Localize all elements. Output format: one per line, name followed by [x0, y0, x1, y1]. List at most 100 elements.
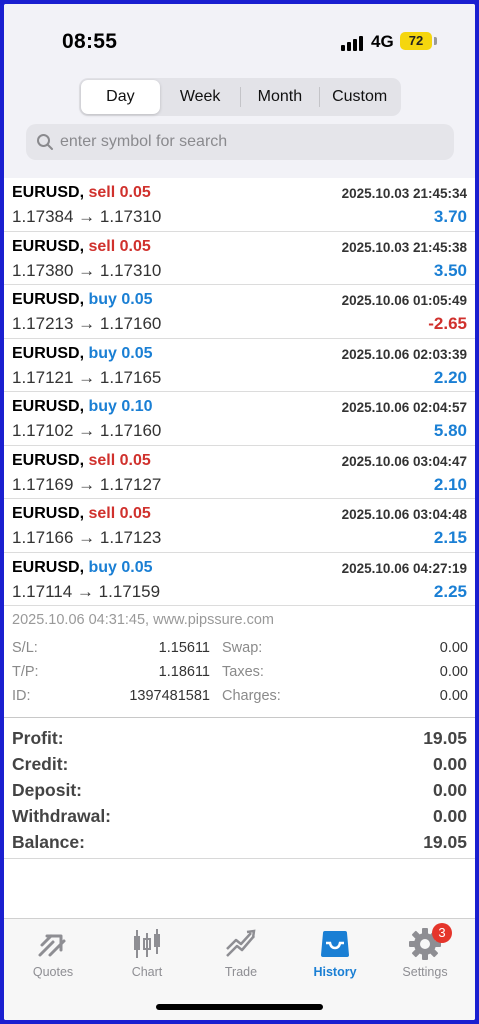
tab-settings[interactable]: 3 Settings — [378, 923, 472, 983]
deal-profit: 3.50 — [433, 260, 467, 280]
quotes-icon — [38, 934, 66, 957]
status-bar: 08:55 4G 72 — [4, 4, 475, 74]
deal-row[interactable]: EURUSD, buy 0.05 2025.10.06 01:05:49 1.172… — [4, 285, 475, 339]
deal-profit: 2.20 — [433, 367, 467, 387]
credit-value: 0.00 — [432, 754, 467, 774]
segment-custom[interactable]: Custom — [320, 80, 399, 114]
deal-row[interactable]: EURUSD, buy 0.05 2025.10.06 04:27:19 1.171… — [4, 553, 475, 606]
tab-trade[interactable]: Trade — [194, 927, 288, 983]
id-label: ID: — [12, 688, 31, 704]
history-header: Day Week Month Custom — [4, 74, 475, 178]
summary-row-deposit: Deposit: 0.00 — [4, 778, 475, 804]
deal-row[interactable]: EURUSD, buy 0.05 2025.10.06 02:03:39 1.171… — [4, 339, 475, 392]
candlestick-icon — [134, 929, 160, 958]
deals-list: EURUSD, sell 0.05 2025.10.03 21:45:34 1.17… — [4, 178, 475, 606]
settings-badge: 3 — [432, 923, 452, 943]
symbol-text: EURUSD, — [12, 505, 85, 522]
search-input[interactable] — [58, 124, 438, 160]
deal-side: buy 0.05 — [88, 291, 153, 308]
details-line-id: ID: 1397481581 Charges: 0.00 — [12, 688, 468, 708]
segment-week[interactable]: Week — [161, 80, 240, 114]
deal-profit: 2.15 — [433, 528, 467, 547]
clock: 08:55 — [62, 30, 118, 53]
trade-icon — [226, 929, 256, 957]
symbol-text: EURUSD, — [12, 184, 85, 201]
deal-prices: 1.17166 → 1.17123 — [12, 528, 162, 547]
period-segmented-control: Day Week Month Custom — [79, 78, 401, 116]
symbol-text: EURUSD, — [12, 291, 85, 308]
home-indicator — [156, 1004, 323, 1010]
deal-symbol: EURUSD, sell 0.05 — [12, 238, 151, 256]
balance-label: Balance: — [12, 832, 85, 852]
deal-symbol: EURUSD, sell 0.05 — [12, 452, 151, 470]
summary-row-withdrawal: Withdrawal: 0.00 — [4, 804, 475, 830]
summary-divider — [4, 858, 475, 859]
deal-datetime: 2025.10.03 21:45:38 — [341, 239, 467, 255]
profit-value: 19.05 — [423, 728, 467, 748]
deal-prices: 1.17213 → 1.17160 — [12, 314, 162, 333]
deal-profit: 2.25 — [433, 581, 467, 601]
deal-symbol: EURUSD, buy 0.05 — [12, 291, 153, 309]
tab-history[interactable]: History — [288, 927, 382, 983]
inbox-icon — [321, 931, 349, 957]
deal-row[interactable]: EURUSD, buy 0.10 2025.10.06 02:04:57 1.171… — [4, 392, 475, 446]
deal-row[interactable]: EURUSD, sell 0.05 2025.10.06 03:04:47 1.17… — [4, 446, 475, 499]
deal-datetime: 2025.10.06 04:27:19 — [341, 560, 467, 576]
swap-value: 0.00 — [439, 640, 468, 656]
summary-row-credit: Credit: 0.00 — [4, 752, 475, 778]
deal-details: 2025.10.06 04:31:45, www.pipssure.com S/… — [4, 606, 475, 718]
tab-chart-label: Chart — [131, 965, 163, 979]
battery-tip — [434, 37, 437, 45]
deal-symbol: EURUSD, sell 0.05 — [12, 184, 151, 202]
credit-label: Credit: — [12, 754, 69, 774]
symbol-text: EURUSD, — [12, 558, 85, 576]
search-icon — [37, 134, 53, 150]
segment-day[interactable]: Day — [81, 80, 160, 114]
tab-chart[interactable]: Chart — [100, 927, 194, 983]
segment-month[interactable]: Month — [241, 80, 320, 114]
sl-value: 1.15611 — [158, 640, 210, 656]
deal-prices: 1.17121 → 1.17165 — [12, 367, 162, 387]
deal-profit: 3.70 — [433, 207, 467, 226]
tp-value: 1.18611 — [158, 664, 210, 680]
deal-row[interactable]: EURUSD, sell 0.05 2025.10.03 21:45:34 1.17… — [4, 178, 475, 232]
search-bar[interactable] — [26, 124, 454, 160]
deal-datetime: 2025.10.06 03:04:47 — [341, 453, 467, 469]
taxes-label: Taxes: — [222, 664, 264, 680]
deal-symbol: EURUSD, sell 0.05 — [12, 505, 151, 523]
account-summary: Profit: 19.05 Credit: 0.00 Deposit: 0.00… — [4, 726, 475, 856]
deal-prices: 1.17169 → 1.17127 — [12, 474, 162, 494]
app-screen: 08:55 4G 72 Day Week Month Custom enter … — [4, 4, 475, 1020]
withdrawal-value: 0.00 — [432, 806, 467, 826]
deal-side: sell 0.05 — [88, 451, 151, 469]
deal-datetime: 2025.10.06 03:04:48 — [341, 507, 467, 522]
id-value: 1397481581 — [129, 688, 210, 704]
charges-value: 0.00 — [439, 688, 468, 704]
swap-label: Swap: — [222, 640, 263, 656]
details-line-tp: T/P: 1.18611 Taxes: 0.00 — [12, 664, 468, 684]
symbol-text: EURUSD, — [12, 398, 85, 415]
deal-row[interactable]: EURUSD, sell 0.05 2025.10.06 03:04:48 1.17… — [4, 499, 475, 553]
deal-symbol: EURUSD, buy 0.05 — [12, 559, 153, 577]
tab-settings-label: Settings — [402, 965, 448, 979]
deal-datetime: 2025.10.06 01:05:49 — [341, 293, 467, 308]
summary-row-balance: Balance: 19.05 — [4, 830, 475, 856]
symbol-text: EURUSD, — [12, 451, 85, 469]
battery-icon: 72 — [400, 32, 432, 50]
deal-profit: 5.80 — [433, 421, 467, 440]
profit-label: Profit: — [12, 728, 64, 748]
deal-symbol: EURUSD, buy 0.05 — [12, 345, 153, 363]
details-header: 2025.10.06 04:31:45, www.pipssure.com — [12, 612, 274, 628]
deal-datetime: 2025.10.06 02:03:39 — [341, 346, 467, 362]
network-type: 4G — [371, 32, 394, 51]
tab-quotes[interactable]: Quotes — [6, 927, 100, 983]
cellular-signal-icon — [341, 35, 365, 51]
deal-row[interactable]: EURUSD, sell 0.05 2025.10.03 21:45:38 1.17… — [4, 232, 475, 285]
sl-label: S/L: — [12, 640, 38, 656]
deal-prices: 1.17380 → 1.17310 — [12, 260, 162, 280]
deal-prices: 1.17114 → 1.17159 — [12, 581, 161, 601]
balance-value: 19.05 — [423, 832, 467, 852]
deal-side: sell 0.05 — [88, 184, 151, 201]
deal-symbol: EURUSD, buy 0.10 — [12, 398, 153, 416]
charges-label: Charges: — [222, 688, 281, 704]
